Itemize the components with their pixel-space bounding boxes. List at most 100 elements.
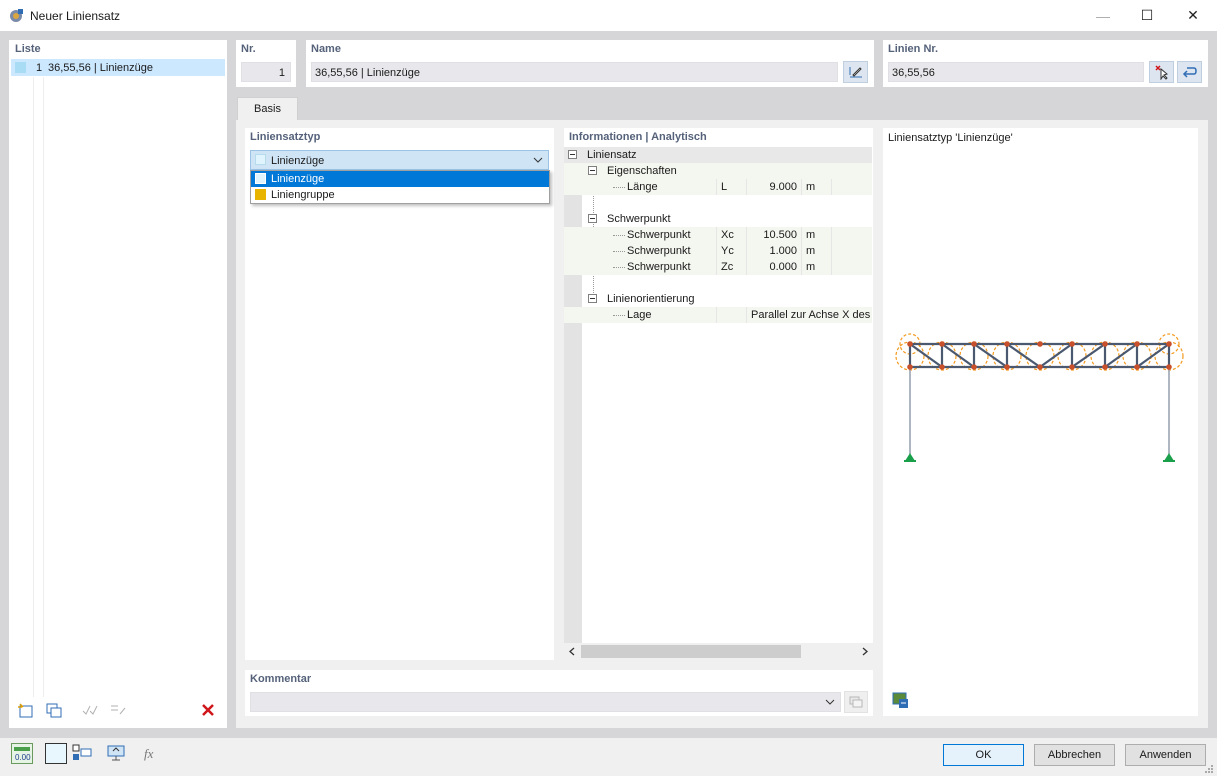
- check-items-icon[interactable]: [79, 700, 101, 720]
- truss-members: [908, 341, 1171, 370]
- edit-name-button[interactable]: [843, 61, 868, 83]
- return-arrow-icon: [1182, 67, 1197, 78]
- window-title: Neuer Liniensatz: [30, 9, 121, 23]
- dropdown-option-liniengruppe[interactable]: Liniengruppe: [251, 187, 549, 203]
- cell-separator: [716, 259, 717, 275]
- svg-text:0.00: 0.00: [15, 753, 31, 762]
- collapse-icon[interactable]: [588, 294, 597, 303]
- lines-value: 36,55,56: [892, 67, 935, 79]
- cell-separator: [801, 179, 802, 195]
- library-icon: [849, 696, 863, 708]
- lines-field[interactable]: 36,55,56: [888, 62, 1144, 82]
- cell-separator: [716, 179, 717, 195]
- cell-separator: [831, 259, 832, 275]
- truss-preview-graphic: [895, 333, 1184, 462]
- color-icon[interactable]: [45, 743, 67, 764]
- display-properties-icon[interactable]: [71, 743, 93, 763]
- maximize-button[interactable]: ☐: [1124, 0, 1170, 31]
- tree-row-schwerpunkt[interactable]: Schwerpunkt: [564, 211, 872, 227]
- cell-separator: [801, 259, 802, 275]
- list-guide: [33, 77, 34, 697]
- cell-separator: [746, 243, 747, 259]
- copy-item-icon[interactable]: [43, 700, 65, 720]
- list-guide: [43, 77, 44, 697]
- color-swatch: [255, 154, 266, 165]
- collapse-icon[interactable]: [588, 166, 597, 175]
- delete-icon[interactable]: [197, 700, 219, 720]
- list-item-label: 36,55,56 | Linienzüge: [48, 62, 153, 74]
- cell-separator: [716, 227, 717, 243]
- cell-separator: [716, 243, 717, 259]
- tree-row-laenge: Länge L 9.000 m: [564, 179, 872, 195]
- info-tree: Liniensatz Eigenschaften Länge L 9.000 m…: [564, 147, 873, 643]
- info-header: Informationen | Analytisch: [569, 131, 707, 143]
- edit-pencil-icon: [849, 67, 862, 78]
- apply-button[interactable]: Anwenden: [1125, 744, 1206, 766]
- tree-guide: [613, 315, 625, 316]
- nr-field[interactable]: 1: [241, 62, 291, 82]
- tree-guide: [613, 187, 625, 188]
- tree-row-linienorientierung[interactable]: Linienorientierung: [564, 291, 872, 307]
- list-header: Liste: [15, 43, 41, 55]
- tree-row-xc: Schwerpunkt Xc 10.500 m: [564, 227, 872, 243]
- lines-label: Linien Nr.: [888, 43, 939, 55]
- list-item[interactable]: 1 36,55,56 | Linienzüge: [11, 59, 225, 76]
- formula-icon[interactable]: fx: [140, 743, 162, 763]
- title-bar: Neuer Liniensatz — ☐ ✕: [0, 0, 1217, 31]
- units-icon[interactable]: 0.00: [11, 743, 33, 764]
- name-label: Name: [311, 43, 341, 55]
- nr-label: Nr.: [241, 43, 256, 55]
- cell-separator: [746, 307, 747, 323]
- scroll-right-icon[interactable]: [861, 647, 869, 656]
- chevron-down-icon: [533, 157, 543, 163]
- pick-lines-button[interactable]: [1149, 61, 1174, 83]
- info-panel: Informationen | Analytisch Liniensatz Ei…: [564, 128, 873, 660]
- minimize-button[interactable]: —: [1080, 0, 1126, 31]
- comment-label: Kommentar: [250, 673, 312, 685]
- tree-guide: [613, 267, 625, 268]
- type-panel: Liniensatztyp Linienzüge Linienzüge Lini…: [245, 128, 554, 660]
- view-icon[interactable]: [105, 743, 127, 763]
- collapse-icon[interactable]: [568, 150, 577, 159]
- comment-input[interactable]: [250, 692, 841, 712]
- preview-settings-icon[interactable]: [889, 690, 911, 710]
- cancel-button[interactable]: Abbrechen: [1034, 744, 1115, 766]
- resize-grip-icon[interactable]: [1204, 764, 1214, 774]
- tree-row-liniensatz[interactable]: Liniensatz: [564, 147, 872, 163]
- cell-separator: [801, 243, 802, 259]
- cell-separator: [801, 227, 802, 243]
- tree-row-yc: Schwerpunkt Yc 1.000 m: [564, 243, 872, 259]
- reverse-lines-button[interactable]: [1177, 61, 1202, 83]
- ok-button[interactable]: OK: [943, 744, 1024, 766]
- tab-basis[interactable]: Basis: [237, 97, 298, 120]
- lines-panel: Linien Nr. 36,55,56: [883, 40, 1208, 87]
- name-field[interactable]: 36,55,56 | Linienzüge: [311, 62, 838, 82]
- nr-panel: Nr. 1: [236, 40, 296, 87]
- type-header: Liniensatztyp: [250, 131, 321, 143]
- list-item-number: 1: [36, 62, 43, 74]
- dropdown-option-linienzuege[interactable]: Linienzüge: [251, 171, 549, 187]
- renumber-icon[interactable]: [107, 700, 129, 720]
- collapse-icon[interactable]: [588, 214, 597, 223]
- scroll-left-icon[interactable]: [568, 647, 576, 656]
- nr-value: 1: [278, 67, 285, 79]
- type-select[interactable]: Linienzüge: [250, 150, 549, 170]
- type-selected-value: Linienzüge: [271, 155, 325, 167]
- close-window-button[interactable]: ✕: [1170, 0, 1216, 31]
- name-panel: Name 36,55,56 | Linienzüge: [306, 40, 874, 87]
- tree-guide: [613, 251, 625, 252]
- new-item-icon[interactable]: [15, 700, 37, 720]
- type-dropdown-list: Linienzüge Liniengruppe: [250, 170, 550, 204]
- color-swatch: [255, 189, 266, 200]
- horizontal-scrollbar[interactable]: [564, 643, 873, 660]
- bottom-bar: 0.00 fx OK Abbrechen Anwenden: [0, 738, 1217, 776]
- preview-panel: Liniensatztyp 'Linienzüge': [883, 128, 1198, 716]
- tree-row-eigenschaften[interactable]: Eigenschaften: [564, 163, 872, 179]
- pick-cursor-icon: [1154, 65, 1168, 80]
- comment-library-button[interactable]: [844, 691, 868, 713]
- scrollbar-thumb[interactable]: [581, 645, 801, 658]
- cell-separator: [831, 227, 832, 243]
- chevron-down-icon[interactable]: [825, 699, 835, 706]
- color-swatch: [15, 62, 26, 73]
- app-icon: [10, 9, 23, 22]
